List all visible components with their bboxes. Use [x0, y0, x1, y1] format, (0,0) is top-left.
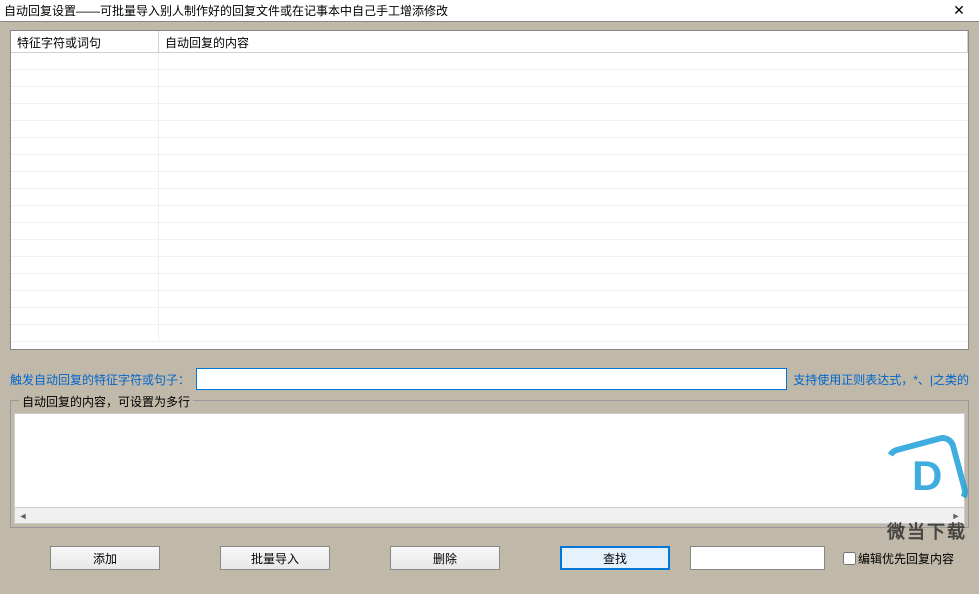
scroll-left-icon[interactable]: ◄: [15, 509, 31, 523]
table-row[interactable]: [11, 155, 968, 172]
column-header-content[interactable]: 自动回复的内容: [159, 31, 968, 52]
table-row[interactable]: [11, 223, 968, 240]
table-row[interactable]: [11, 240, 968, 257]
table-row[interactable]: [11, 274, 968, 291]
find-input[interactable]: [690, 546, 825, 570]
trigger-hint: 支持使用正则表达式，*、|之类的: [793, 371, 969, 388]
batch-import-button[interactable]: 批量导入: [220, 546, 330, 570]
content-legend: 自动回复的内容，可设置为多行: [19, 393, 193, 410]
table-row[interactable]: [11, 87, 968, 104]
add-button[interactable]: 添加: [50, 546, 160, 570]
close-button[interactable]: ✕: [939, 0, 979, 22]
delete-button[interactable]: 删除: [390, 546, 500, 570]
reply-table[interactable]: 特征字符或词句 自动回复的内容: [10, 30, 969, 350]
trigger-row: 触发自动回复的特征字符或句子： 支持使用正则表达式，*、|之类的: [10, 368, 969, 390]
trigger-input[interactable]: [196, 368, 787, 390]
table-row[interactable]: [11, 138, 968, 155]
content-group: 自动回复的内容，可设置为多行 ◄ ►: [10, 400, 969, 528]
table-row[interactable]: [11, 325, 968, 342]
column-header-keywords[interactable]: 特征字符或词句: [11, 31, 159, 52]
scroll-right-icon[interactable]: ►: [948, 509, 964, 523]
window-body: 特征字符或词句 自动回复的内容 触发自动回复的特征字符或句子： 支持使用正则表达: [0, 22, 979, 594]
table-row[interactable]: [11, 70, 968, 87]
trigger-label: 触发自动回复的特征字符或句子：: [10, 371, 190, 388]
table-row[interactable]: [11, 189, 968, 206]
table-row[interactable]: [11, 206, 968, 223]
window-title: 自动回复设置——可批量导入别人制作好的回复文件或在记事本中自己手工增添修改: [4, 2, 448, 19]
table-header: 特征字符或词句 自动回复的内容: [11, 31, 968, 53]
table-row[interactable]: [11, 172, 968, 189]
close-icon: ✕: [953, 2, 965, 19]
priority-checkbox[interactable]: [843, 552, 856, 565]
table-body[interactable]: [11, 53, 968, 349]
table-row[interactable]: [11, 53, 968, 70]
content-textarea[interactable]: [14, 413, 965, 508]
button-row: 添加 批量导入 删除 查找 编辑优先回复内容: [10, 546, 969, 570]
horizontal-scrollbar[interactable]: ◄ ►: [14, 508, 965, 524]
table-row[interactable]: [11, 121, 968, 138]
table-row[interactable]: [11, 104, 968, 121]
priority-checkbox-label: 编辑优先回复内容: [858, 550, 954, 567]
table-row[interactable]: [11, 308, 968, 325]
table-row[interactable]: [11, 257, 968, 274]
find-button[interactable]: 查找: [560, 546, 670, 570]
titlebar: 自动回复设置——可批量导入别人制作好的回复文件或在记事本中自己手工增添修改 ✕: [0, 0, 979, 22]
priority-checkbox-wrap[interactable]: 编辑优先回复内容: [843, 550, 954, 567]
table-row[interactable]: [11, 291, 968, 308]
